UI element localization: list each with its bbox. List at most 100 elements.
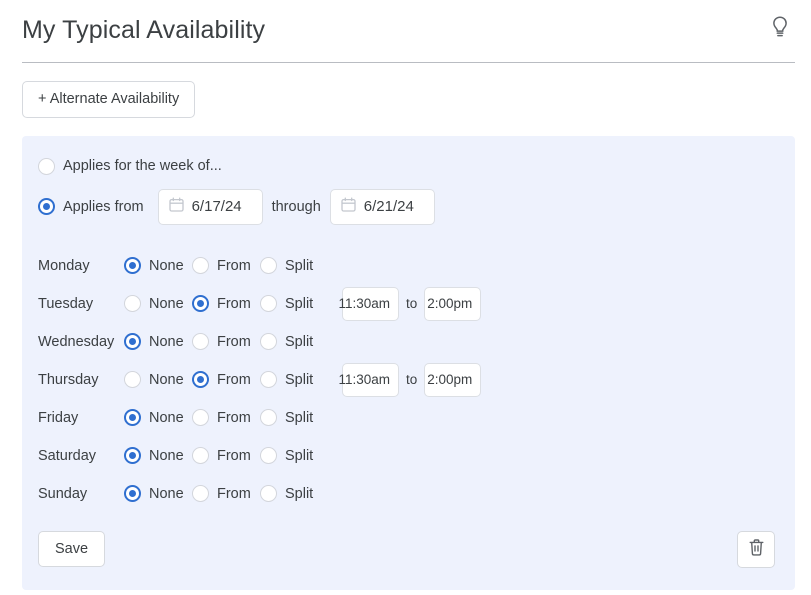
day-mode-option-from[interactable]: From (192, 485, 260, 502)
day-mode-option-none[interactable]: None (124, 371, 192, 388)
date-from-input[interactable]: 6/17/24 (157, 188, 263, 225)
day-mode-option-none[interactable]: None (124, 447, 192, 464)
day-mode-label[interactable]: Split (285, 448, 313, 464)
radio-friday-split[interactable] (260, 409, 277, 426)
day-name-label: Wednesday (38, 333, 115, 350)
radio-saturday-split[interactable] (260, 447, 277, 464)
save-button[interactable]: Save (38, 530, 106, 568)
trash-icon (748, 538, 765, 560)
day-mode-option-split[interactable]: Split (260, 371, 328, 388)
panel-footer: Save (38, 530, 775, 568)
radio-applies-week-of[interactable] (38, 157, 55, 175)
day-row: Friday None From Split (38, 399, 775, 437)
day-mode-label[interactable]: Split (285, 334, 313, 350)
day-mode-option-from[interactable]: From (192, 447, 260, 464)
scope-option-week-of-label[interactable]: Applies for the week of... (63, 158, 222, 174)
radio-applies-from[interactable] (38, 198, 55, 215)
lightbulb-icon[interactable] (763, 10, 797, 44)
day-row: Saturday None From Split (38, 437, 775, 475)
to-label: to (406, 296, 418, 311)
day-mode-label[interactable]: None (149, 448, 184, 464)
page-header: My Typical Availability (0, 0, 811, 50)
delete-button[interactable] (737, 530, 775, 568)
day-mode-label[interactable]: From (217, 448, 251, 464)
day-mode-option-split[interactable]: Split (260, 295, 328, 312)
day-mode-option-split[interactable]: Split (260, 447, 328, 464)
time-end-input[interactable]: 2:00pm (424, 286, 482, 321)
day-mode-label[interactable]: Split (285, 486, 313, 502)
day-mode-option-from[interactable]: From (192, 257, 260, 274)
day-mode-option-split[interactable]: Split (260, 257, 328, 274)
radio-thursday-none[interactable] (124, 371, 141, 388)
day-mode-label[interactable]: Split (285, 296, 313, 312)
day-mode-option-none[interactable]: None (124, 257, 192, 274)
day-row: Thursday None From Split 11:30am to 2:00pm (38, 361, 775, 399)
day-mode-option-split[interactable]: Split (260, 485, 328, 502)
calendar-icon (168, 196, 184, 217)
day-mode-option-from[interactable]: From (192, 295, 260, 312)
scope-option-applies-from[interactable]: Applies from 6/17/24 through 6/21/24 (38, 188, 775, 225)
day-mode-label[interactable]: None (149, 296, 184, 312)
date-through-input[interactable]: 6/21/24 (329, 188, 435, 225)
radio-monday-from[interactable] (192, 257, 209, 274)
day-mode-label[interactable]: None (149, 334, 184, 350)
day-mode-label[interactable]: From (217, 296, 251, 312)
radio-monday-split[interactable] (260, 257, 277, 274)
day-mode-option-none[interactable]: None (124, 295, 192, 312)
day-mode-label[interactable]: Split (285, 410, 313, 426)
radio-saturday-from[interactable] (192, 447, 209, 464)
day-row: Tuesday None From Split 11:30am to 2:00pm (38, 285, 775, 323)
day-mode-option-from[interactable]: From (192, 333, 260, 350)
day-mode-label[interactable]: From (217, 334, 251, 350)
time-end-input[interactable]: 2:00pm (424, 362, 482, 397)
radio-friday-from[interactable] (192, 409, 209, 426)
radio-friday-none[interactable] (124, 409, 141, 426)
radio-monday-none[interactable] (124, 257, 141, 274)
radio-saturday-none[interactable] (124, 447, 141, 464)
day-mode-option-split[interactable]: Split (260, 409, 328, 426)
radio-tuesday-from[interactable] (192, 295, 209, 312)
radio-sunday-split[interactable] (260, 485, 277, 502)
day-mode-label[interactable]: From (217, 486, 251, 502)
time-start-input[interactable]: 11:30am (338, 286, 399, 321)
day-mode-label[interactable]: From (217, 258, 251, 274)
day-mode-option-none[interactable]: None (124, 409, 192, 426)
time-start-input[interactable]: 11:30am (338, 362, 399, 397)
scope-option-week-of[interactable]: Applies for the week of... (38, 157, 775, 175)
date-from-value: 6/17/24 (191, 198, 242, 215)
day-name-label: Saturday (38, 447, 97, 464)
day-name-label: Thursday (38, 371, 99, 388)
radio-sunday-from[interactable] (192, 485, 209, 502)
day-mode-label[interactable]: None (149, 486, 184, 502)
day-mode-option-from[interactable]: From (192, 371, 260, 388)
radio-wednesday-none[interactable] (124, 333, 141, 350)
radio-wednesday-split[interactable] (260, 333, 277, 350)
day-mode-option-from[interactable]: From (192, 409, 260, 426)
scope-option-applies-from-label[interactable]: Applies from (63, 199, 144, 215)
radio-tuesday-none[interactable] (124, 295, 141, 312)
day-mode-label[interactable]: Split (285, 258, 313, 274)
radio-tuesday-split[interactable] (260, 295, 277, 312)
radio-wednesday-from[interactable] (192, 333, 209, 350)
availability-panel: Applies for the week of... Applies from … (22, 135, 795, 590)
add-alternate-availability-button[interactable]: + Alternate Availability (22, 81, 196, 118)
day-mode-option-none[interactable]: None (124, 333, 192, 350)
radio-thursday-split[interactable] (260, 371, 277, 388)
day-mode-label[interactable]: From (217, 372, 251, 388)
day-mode-option-split[interactable]: Split (260, 333, 328, 350)
page-title: My Typical Availability (22, 16, 266, 44)
day-mode-label[interactable]: Split (285, 372, 313, 388)
day-row: Monday None From Split (38, 247, 775, 285)
day-mode-label[interactable]: None (149, 372, 184, 388)
day-mode-label[interactable]: None (149, 258, 184, 274)
day-name-label: Monday (38, 257, 90, 274)
radio-sunday-none[interactable] (124, 485, 141, 502)
day-mode-label[interactable]: None (149, 410, 184, 426)
day-mode-label[interactable]: From (217, 410, 251, 426)
day-row: Wednesday None From Split (38, 323, 775, 361)
radio-thursday-from[interactable] (192, 371, 209, 388)
day-mode-option-none[interactable]: None (124, 485, 192, 502)
day-rows: Monday None From Split Tuesday None From Split 1… (38, 247, 775, 513)
through-label: through (271, 198, 321, 215)
day-time-range: 11:30am to 2:00pm (338, 362, 482, 397)
